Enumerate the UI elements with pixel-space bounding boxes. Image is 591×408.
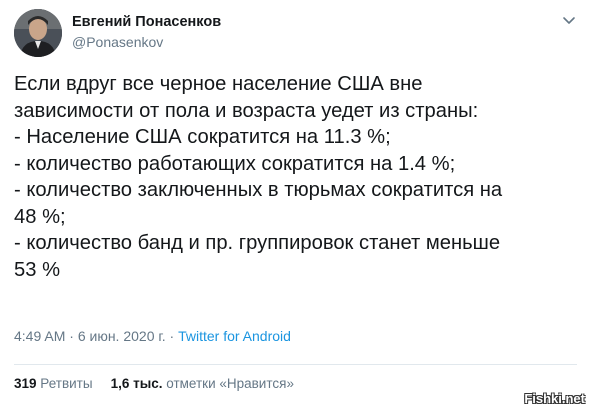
tweet-text: Если вдруг все черное население США вне …: [14, 71, 584, 283]
tweet-line: - количество работающих сократится на 1.…: [14, 152, 456, 175]
likes-count: 1,6 тыс.: [110, 376, 163, 391]
tweet-line: Если вдруг все черное население США вне: [14, 73, 423, 95]
watermark: Fishki.net: [524, 391, 585, 406]
retweets-count: 319: [14, 376, 37, 391]
divider: [14, 364, 577, 365]
tweet-line: 48 %;: [14, 205, 66, 228]
likes-label: отметки «Нравится»: [166, 376, 294, 391]
tweet-line: - Население США сократится на 11.3 %;: [14, 126, 391, 148]
avatar[interactable]: [14, 9, 62, 57]
meta-separator: ·: [165, 328, 179, 344]
tweet-source-link[interactable]: Twitter for Android: [178, 328, 291, 344]
tweet-line: - количество заключенных в тюрьмах сокра…: [14, 179, 503, 201]
tweet-stats: 319 Ретвиты 1,6 тыс. отметки «Нравится»: [14, 376, 294, 391]
chevron-down-icon[interactable]: [561, 12, 577, 28]
tweet-date[interactable]: 6 июн. 2020 г.: [78, 328, 166, 344]
retweets-label: Ретвиты: [40, 376, 93, 391]
author-name[interactable]: Евгений Понасенков: [72, 14, 221, 30]
avatar-image: [14, 9, 62, 57]
tweet-line: - количество банд и пр. группировок стан…: [14, 232, 501, 254]
author-handle[interactable]: @Ponasenkov: [72, 34, 163, 50]
meta-separator: ·: [65, 328, 78, 344]
retweets-stat[interactable]: 319 Ретвиты: [14, 376, 93, 391]
tweet-line: 53 %: [14, 258, 61, 281]
tweet-line: зависимости от пола и возраста уедет из …: [14, 99, 479, 122]
tweet-meta: 4:49 AM · 6 июн. 2020 г. · Twitter for A…: [14, 328, 291, 344]
likes-stat[interactable]: 1,6 тыс. отметки «Нравится»: [111, 376, 294, 391]
tweet-time[interactable]: 4:49 AM: [14, 328, 65, 344]
